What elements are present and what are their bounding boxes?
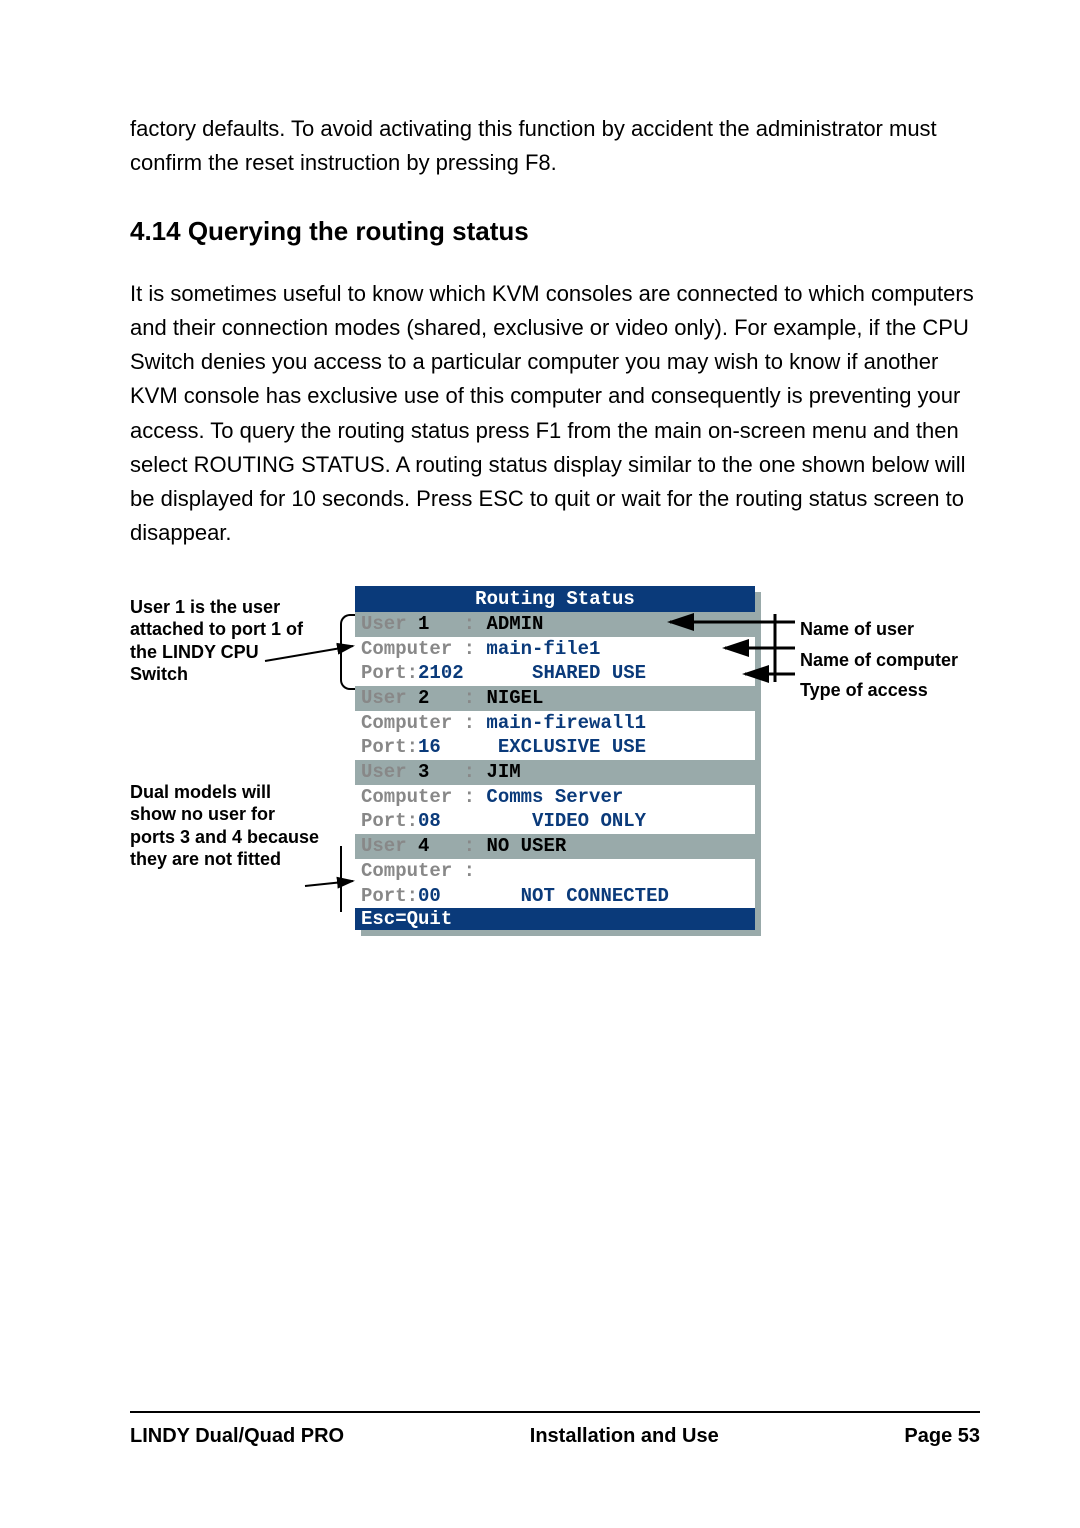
footer-right: Page 53 bbox=[904, 1425, 980, 1448]
body-paragraph: It is sometimes useful to know which KVM… bbox=[130, 277, 980, 550]
label-name-of-computer: Name of computer bbox=[800, 645, 958, 676]
label-name-of-user: Name of user bbox=[800, 614, 958, 645]
computer-row: Computer : main-firewall1 bbox=[355, 711, 755, 736]
computer-row: Computer : Comms Server bbox=[355, 785, 755, 810]
routing-entry: User 3 : JIM Computer : Comms Server Por… bbox=[355, 760, 755, 834]
footer-left: LINDY Dual/Quad PRO bbox=[130, 1425, 344, 1448]
bracket-icon bbox=[340, 614, 356, 690]
footer-center: Installation and Use bbox=[530, 1425, 719, 1448]
computer-row: Computer : bbox=[355, 859, 755, 884]
user-row: User 1 : ADMIN bbox=[355, 612, 755, 637]
intro-paragraph: factory defaults. To avoid activating th… bbox=[130, 112, 980, 180]
bracket-icon bbox=[340, 846, 356, 912]
section-heading: 4.14 Querying the routing status bbox=[130, 216, 980, 247]
routing-status-osd: Routing Status User 1 : ADMIN Computer :… bbox=[355, 586, 755, 930]
routing-status-diagram: User 1 is the user attached to port 1 of… bbox=[130, 586, 980, 1036]
osd-footer: Esc=Quit bbox=[355, 908, 755, 930]
annotation-left-port1: User 1 is the user attached to port 1 of… bbox=[130, 596, 320, 686]
user-row: User 4 : NO USER bbox=[355, 834, 755, 859]
routing-entry: User 1 : ADMIN Computer : main-file1 Por… bbox=[355, 612, 755, 686]
user-row: User 3 : JIM bbox=[355, 760, 755, 785]
right-annotations: Name of user Name of computer Type of ac… bbox=[800, 614, 958, 706]
label-type-of-access: Type of access bbox=[800, 675, 958, 706]
port-access-row: Port:2102 SHARED USE bbox=[355, 661, 755, 686]
annotation-left-dual: Dual models will show no user for ports … bbox=[130, 781, 320, 871]
page-footer: LINDY Dual/Quad PRO Installation and Use… bbox=[130, 1411, 980, 1448]
user-row: User 2 : NIGEL bbox=[355, 686, 755, 711]
computer-row: Computer : main-file1 bbox=[355, 637, 755, 662]
routing-entry: User 4 : NO USER Computer : Port:00 NOT … bbox=[355, 834, 755, 908]
osd-title: Routing Status bbox=[355, 586, 755, 612]
routing-entry: User 2 : NIGEL Computer : main-firewall1… bbox=[355, 686, 755, 760]
port-access-row: Port:08 VIDEO ONLY bbox=[355, 809, 755, 834]
port-access-row: Port:00 NOT CONNECTED bbox=[355, 884, 755, 909]
port-access-row: Port:16 EXCLUSIVE USE bbox=[355, 735, 755, 760]
